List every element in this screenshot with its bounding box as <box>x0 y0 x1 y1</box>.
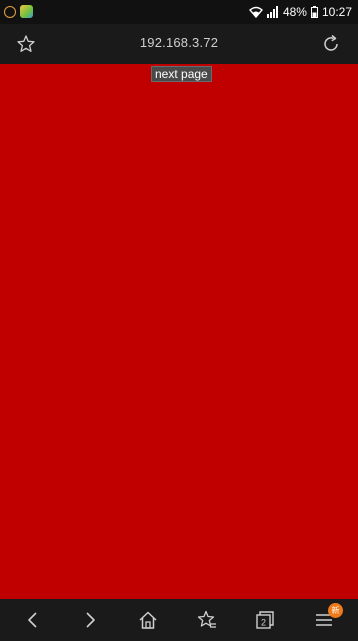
app-store-notification-icon <box>20 5 33 18</box>
star-icon[interactable] <box>16 34 36 54</box>
favorites-icon <box>197 610 216 628</box>
favorites-button[interactable] <box>196 609 218 631</box>
battery-percent: 48% <box>282 5 307 19</box>
next-page-button[interactable]: next page <box>151 66 212 82</box>
home-button[interactable] <box>137 609 159 631</box>
tabs-icon: 2 <box>256 611 274 629</box>
status-indicators: 48% 10:27 <box>248 5 352 19</box>
address-bar[interactable]: 192.168.3.72 <box>60 35 298 50</box>
status-bar: 48% 10:27 <box>0 0 358 24</box>
phone-screen: 48% 10:27 192.168.3.72 next page 2 新 <box>0 0 358 641</box>
battery-icon <box>310 6 318 18</box>
bottom-nav-bar: 2 新 <box>0 599 358 641</box>
tabs-count: 2 <box>261 618 266 628</box>
tabs-button[interactable]: 2 <box>254 609 276 631</box>
back-icon <box>28 612 37 628</box>
clock: 10:27 <box>321 5 352 19</box>
home-icon <box>139 611 157 629</box>
reload-icon[interactable] <box>320 33 342 55</box>
back-button[interactable] <box>22 609 44 631</box>
app-notification-icon <box>4 5 16 18</box>
menu-button[interactable]: 新 <box>313 603 343 631</box>
forward-button[interactable] <box>79 609 101 631</box>
forward-icon <box>86 612 95 628</box>
new-badge: 新 <box>328 603 343 618</box>
browser-toolbar: 192.168.3.72 <box>0 24 358 64</box>
notification-icons <box>4 5 33 18</box>
web-page-content: next page <box>0 64 358 599</box>
wifi-icon <box>248 6 263 18</box>
signal-icon <box>266 6 278 18</box>
